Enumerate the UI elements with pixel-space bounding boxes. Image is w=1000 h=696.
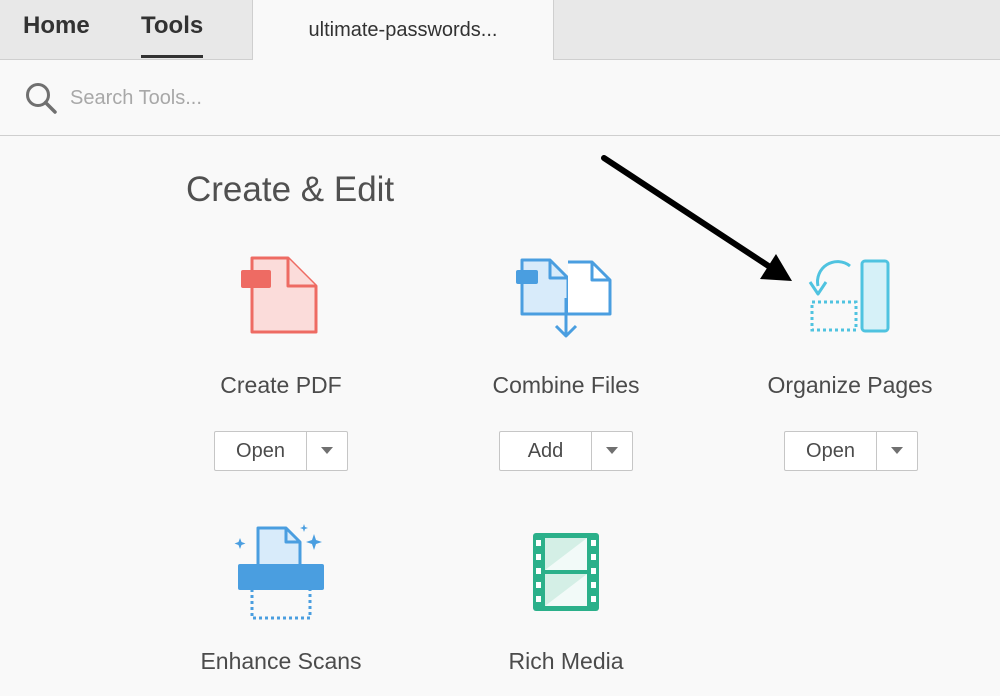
rich-media-icon[interactable] (530, 530, 602, 614)
tab-tools[interactable]: Tools (141, 12, 204, 58)
create-pdf-open-button[interactable]: Open (215, 432, 307, 470)
chevron-down-icon (321, 447, 333, 454)
create-pdf-split-button: Open (214, 431, 348, 471)
acrobat-tools-window: Home Tools ultimate-passwords... Create … (0, 0, 1000, 696)
combine-files-dropdown-button[interactable] (592, 432, 632, 470)
top-navigation-bar: Home Tools ultimate-passwords... (0, 0, 1000, 60)
organize-pages-dropdown-button[interactable] (877, 432, 917, 470)
search-bar (0, 60, 1000, 136)
tool-name-rich-media[interactable]: Rich Media (436, 648, 696, 675)
chevron-down-icon (606, 447, 618, 454)
search-icon[interactable] (24, 81, 58, 115)
search-input[interactable] (70, 80, 470, 116)
combine-files-icon[interactable] (512, 256, 616, 340)
section-title: Create & Edit (186, 170, 395, 209)
organize-pages-icon[interactable] (806, 256, 894, 336)
document-tab[interactable]: ultimate-passwords... (252, 0, 554, 60)
organize-pages-open-button[interactable]: Open (785, 432, 877, 470)
organize-pages-split-button: Open (784, 431, 918, 471)
tool-name-create-pdf[interactable]: Create PDF (151, 372, 411, 399)
create-pdf-dropdown-button[interactable] (307, 432, 347, 470)
combine-files-add-button[interactable]: Add (500, 432, 592, 470)
tool-name-enhance-scans[interactable]: Enhance Scans (151, 648, 411, 675)
combine-files-split-button: Add (499, 431, 633, 471)
create-pdf-icon[interactable] (238, 254, 322, 336)
tool-name-combine-files[interactable]: Combine Files (436, 372, 696, 399)
tool-name-organize-pages[interactable]: Organize Pages (720, 372, 980, 399)
tab-home[interactable]: Home (23, 12, 90, 40)
enhance-scans-icon[interactable] (232, 524, 332, 622)
chevron-down-icon (891, 447, 903, 454)
